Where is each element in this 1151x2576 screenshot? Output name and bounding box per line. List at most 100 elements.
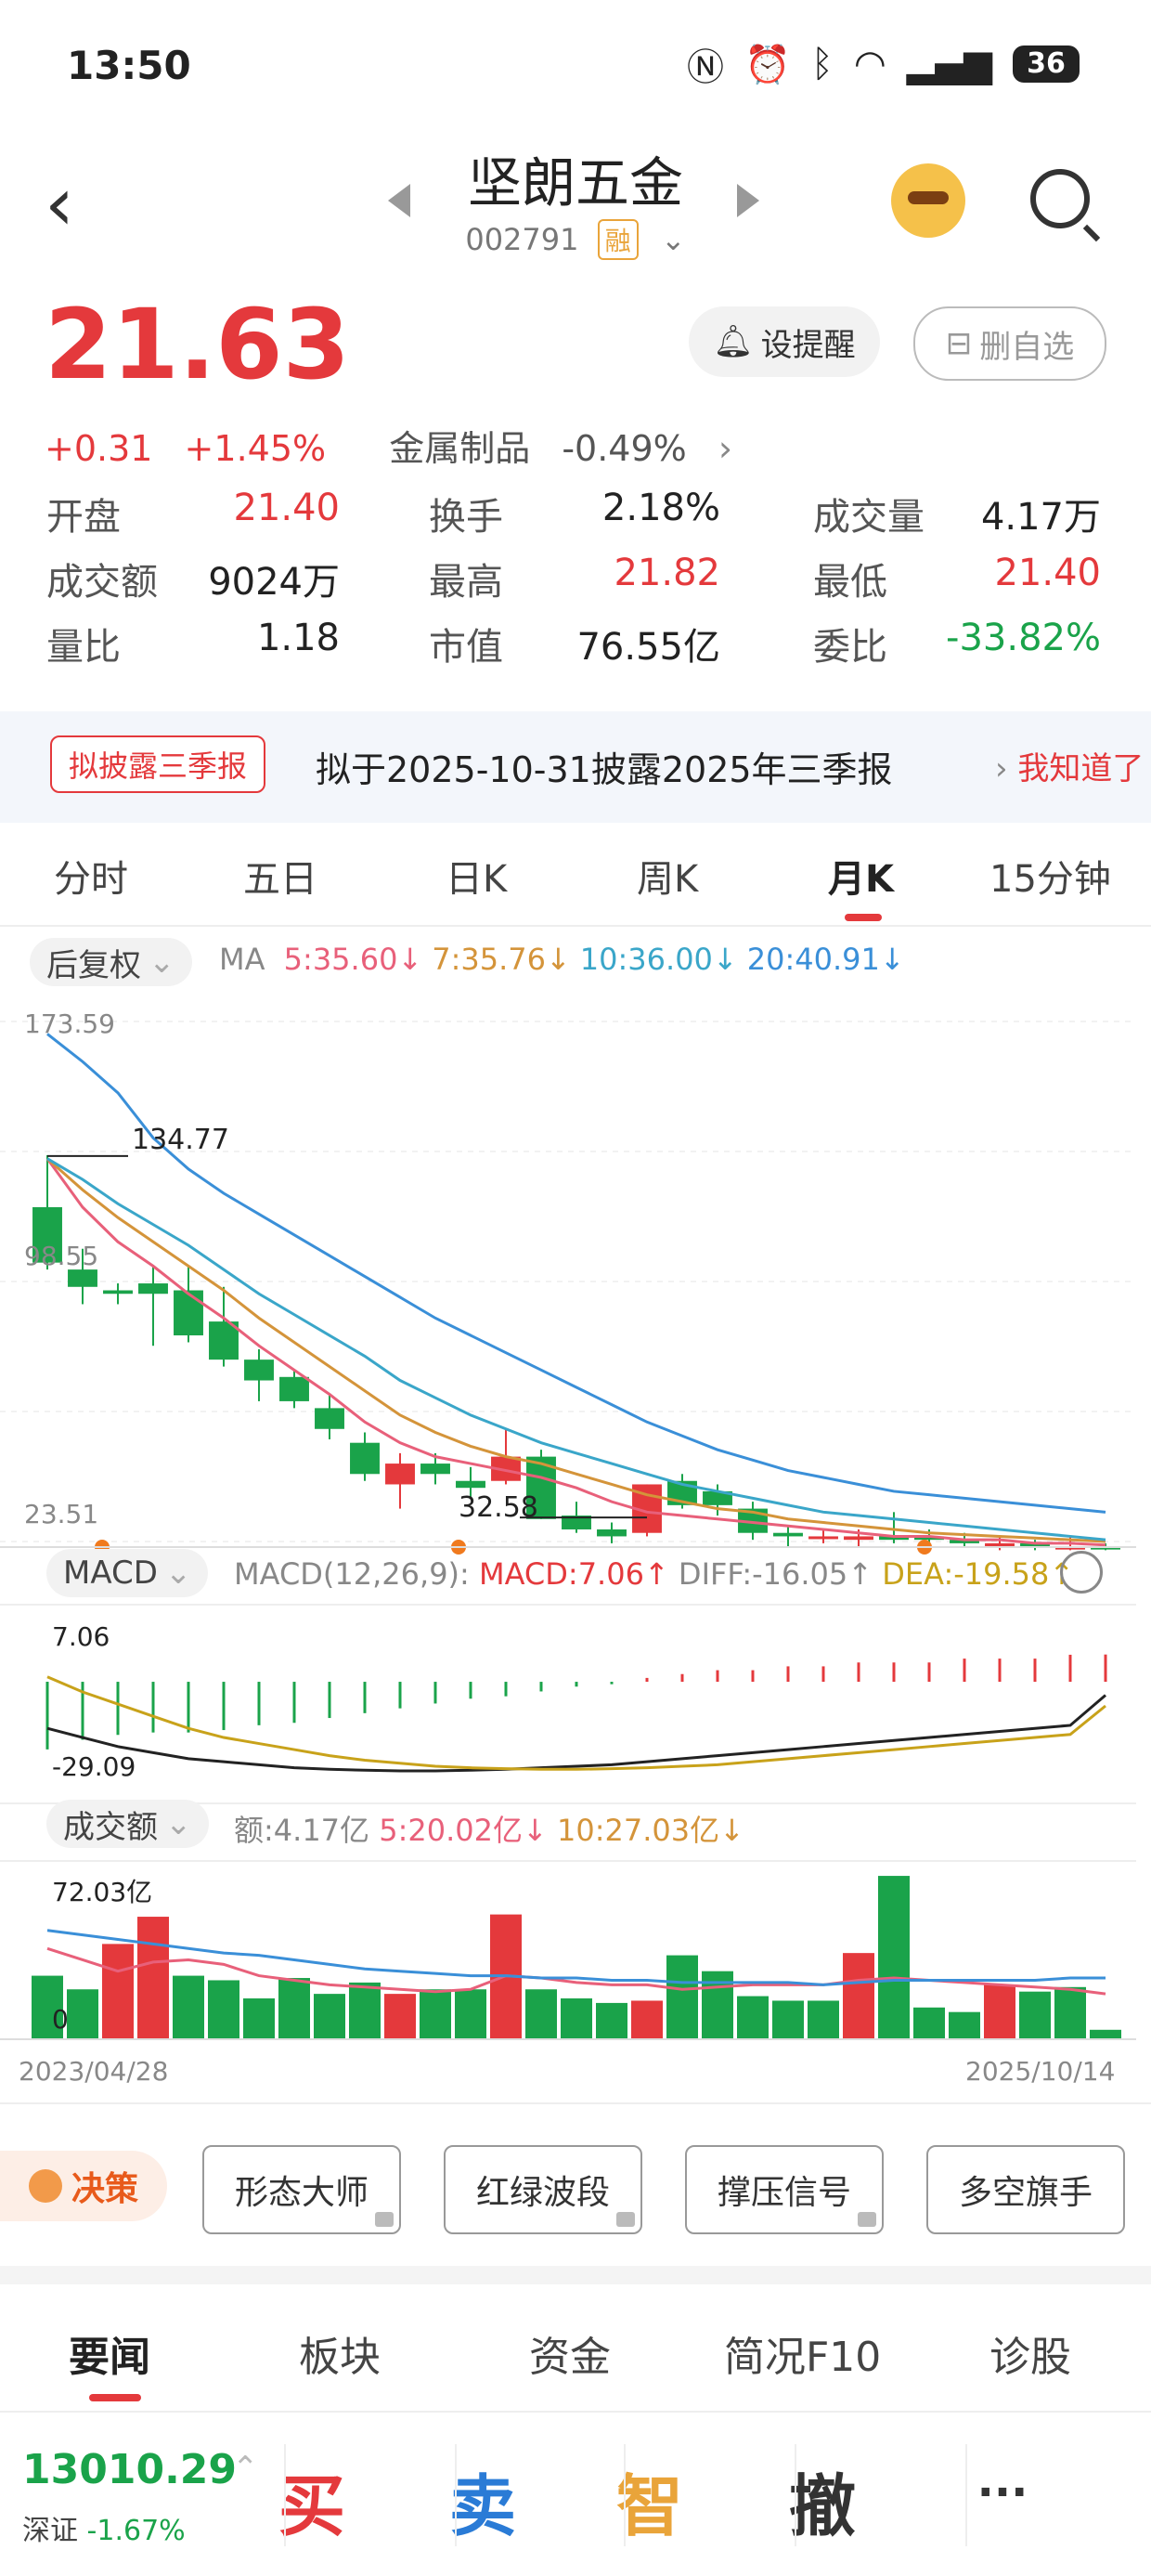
- action-button-0[interactable]: 买: [256, 2452, 368, 2549]
- feature-button-0[interactable]: 形态大师: [202, 2145, 401, 2234]
- volume-bar: [1090, 2029, 1121, 2039]
- decision-chip[interactable]: 决策: [0, 2151, 167, 2221]
- volume-bar: [173, 1975, 204, 2039]
- feature-button-3[interactable]: 多空旗手: [926, 2145, 1125, 2234]
- news-tab-3[interactable]: 简况F10: [724, 2323, 881, 2383]
- candle-body: [385, 1464, 415, 1485]
- candle-body: [103, 1290, 133, 1295]
- tab-2[interactable]: 日K: [446, 849, 507, 903]
- tab-4[interactable]: 月K: [828, 849, 894, 903]
- volume-bar: [208, 1980, 239, 2039]
- dismiss-banner-button[interactable]: › 我知道了: [995, 743, 1144, 788]
- current-price: 21.63: [45, 288, 350, 401]
- volume-ma10-line: [46, 1929, 1106, 1986]
- status-icons: Ⓝ ⏰ ᛒ ◠ ▂▄▆ 36: [687, 37, 1080, 91]
- candle-body: [279, 1376, 309, 1401]
- set-alert-button[interactable]: 🔔︎ 设提醒: [689, 306, 880, 377]
- disclosure-text: 拟于2025-10-31披露2025年三季报: [316, 749, 893, 790]
- bluetooth-icon: ᛒ: [810, 43, 834, 85]
- action-button-1[interactable]: 卖: [427, 2452, 538, 2549]
- candle-body: [456, 1480, 485, 1489]
- status-bar: 13:50 Ⓝ ⏰ ᛒ ◠ ▂▄▆ 36: [0, 0, 1151, 130]
- stat-value: 21.40: [994, 552, 1101, 594]
- action-divider: [455, 2444, 457, 2546]
- high-annotation: 134.77: [132, 1124, 229, 1156]
- nfc-icon: Ⓝ: [687, 46, 724, 89]
- stat-value: -33.82%: [946, 617, 1101, 659]
- volume-dropdown[interactable]: 成交额 ⌄: [46, 1800, 209, 1848]
- volume-bar: [349, 1982, 381, 2039]
- tab-1[interactable]: 五日: [243, 849, 317, 903]
- stat-value: 1.18: [256, 617, 340, 659]
- adjust-dropdown[interactable]: 后复权 ⌄: [30, 938, 192, 986]
- news-tab-4[interactable]: 诊股: [989, 2323, 1071, 2383]
- lock-icon: [858, 2212, 876, 2227]
- chevron-down-icon[interactable]: ⌄: [661, 222, 686, 257]
- volume-bar: [67, 1989, 98, 2039]
- volume-bar: [772, 2000, 804, 2039]
- feature-button-2[interactable]: 撑压信号: [685, 2145, 884, 2234]
- candle-body: [174, 1290, 203, 1336]
- candle-body: [597, 1529, 627, 1537]
- news-tab-1[interactable]: 板块: [299, 2323, 381, 2383]
- tab-3[interactable]: 周K: [637, 849, 698, 903]
- kline-chart[interactable]: [0, 994, 1151, 2089]
- volume-axis-max: 72.03亿: [52, 1877, 153, 1907]
- stock-code-row: 002791 融 ⌄: [0, 219, 1151, 260]
- volume-bar: [1019, 1991, 1051, 2039]
- volume-bar: [102, 1944, 134, 2039]
- remove-watchlist-button[interactable]: ⊟ 删自选: [913, 306, 1106, 381]
- news-tab-2[interactable]: 资金: [529, 2323, 611, 2383]
- index-value[interactable]: 13010.29: [22, 2446, 237, 2493]
- action-button-2[interactable]: 智: [594, 2452, 705, 2549]
- dea-line: [46, 1675, 1106, 1771]
- indicator-dropdown[interactable]: MACD ⌄: [46, 1549, 209, 1597]
- stat-value: 21.82: [614, 552, 720, 594]
- feature-button-1[interactable]: 红绿波段: [444, 2145, 642, 2234]
- change-row: +0.31 +1.45% 金属制品 -0.49% ›: [45, 420, 773, 471]
- divider: [0, 2102, 1151, 2104]
- tab-0[interactable]: 分时: [54, 849, 128, 903]
- chevron-right-icon: ›: [718, 428, 733, 469]
- candle-body: [420, 1464, 450, 1475]
- stat-value: 76.55亿: [576, 626, 720, 669]
- news-tab-0[interactable]: 要闻: [69, 2323, 150, 2383]
- mascot-icon[interactable]: [891, 163, 965, 238]
- settings-icon[interactable]: [1060, 1551, 1103, 1594]
- y-axis-mid: 98.55: [24, 1241, 99, 1271]
- stat-label: 换手: [429, 496, 503, 539]
- macd-axis-min: -29.09: [52, 1751, 136, 1782]
- stat-label: 最高: [429, 561, 503, 604]
- action-button-3[interactable]: 撤: [767, 2452, 878, 2549]
- ma-line-MA5: [45, 1157, 1106, 1547]
- divider: [0, 925, 1151, 927]
- volume-bar: [137, 1917, 169, 2039]
- minus-box-icon: ⊟: [945, 325, 973, 362]
- volume-bar: [631, 2000, 663, 2039]
- stat-label: 市值: [429, 626, 503, 669]
- battery-icon: 36: [1013, 46, 1080, 83]
- disclosure-tag: 拟披露三季报: [50, 735, 266, 793]
- bell-icon: 🔔︎: [713, 323, 754, 360]
- ma-value: 5:35.60↓: [283, 942, 423, 977]
- stat-value: 9024万: [208, 561, 340, 604]
- stat-value: 21.40: [233, 487, 340, 529]
- trend-icon: [28, 2169, 62, 2203]
- chevron-up-icon[interactable]: ⌃: [232, 2450, 259, 2487]
- sector-link[interactable]: 金属制品 -0.49% ›: [389, 428, 753, 469]
- action-divider: [795, 2444, 796, 2546]
- section-gap: [0, 2266, 1151, 2284]
- search-icon[interactable]: [1030, 169, 1090, 228]
- stat-label: 成交额: [46, 561, 158, 604]
- macd-axis-max: 7.06: [52, 1621, 110, 1652]
- volume-bar: [278, 1978, 310, 2039]
- active-tab-indicator: [845, 914, 882, 921]
- volume-bar: [843, 1953, 874, 2039]
- volume-bar: [455, 1989, 486, 2039]
- volume-bar: [314, 1994, 345, 2039]
- status-time: 13:50: [67, 43, 191, 88]
- tab-5[interactable]: 15分钟: [989, 849, 1111, 903]
- action-divider: [284, 2444, 286, 2546]
- action-button-4[interactable]: ···: [947, 2466, 1058, 2518]
- volume-bar: [596, 2002, 627, 2039]
